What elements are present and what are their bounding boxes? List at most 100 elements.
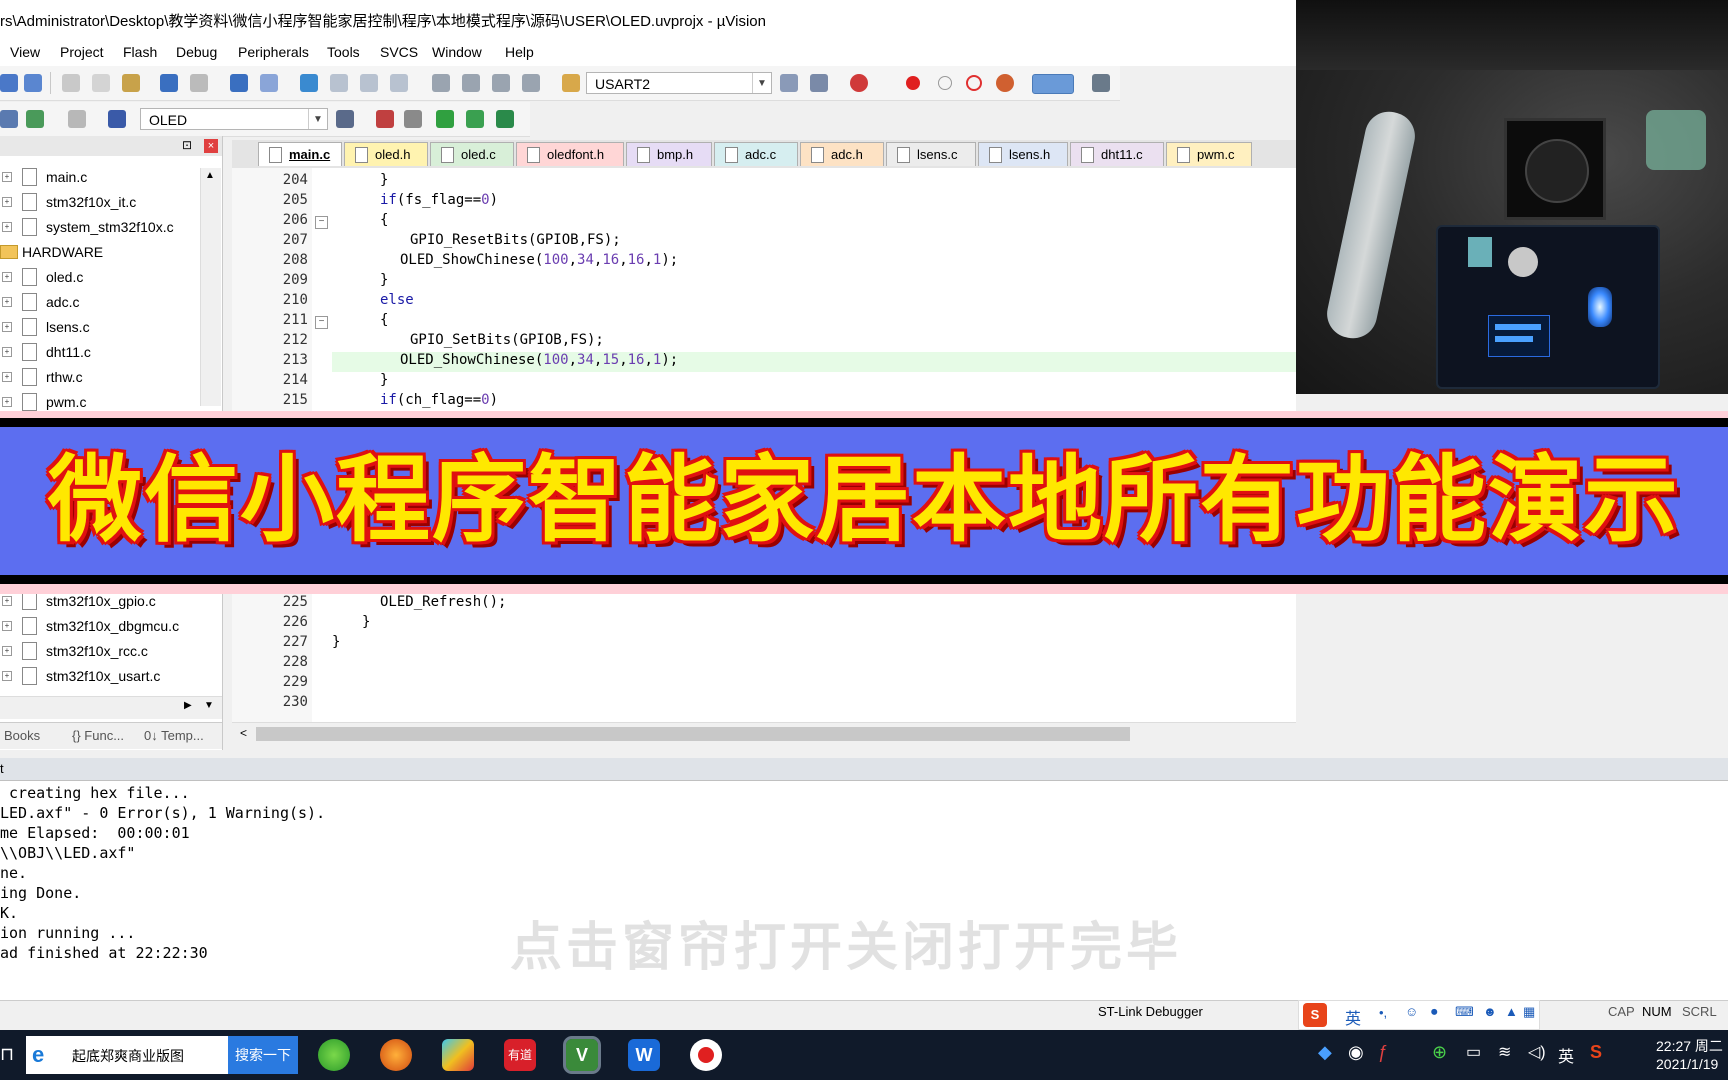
target-options-icon[interactable] (336, 110, 354, 128)
browser-360-icon[interactable] (318, 1039, 350, 1071)
project-scrollbar[interactable]: ▲ (200, 168, 221, 406)
tab-main-c[interactable]: main.c (258, 142, 342, 166)
menu-svcs[interactable]: SVCS (380, 44, 418, 60)
expand-icon[interactable]: + (2, 372, 12, 382)
comment-icon[interactable] (492, 74, 510, 92)
search-box[interactable]: e 起底郑爽商业版图 (26, 1036, 228, 1074)
keyboard-icon[interactable]: ⌨ (1455, 1004, 1474, 1020)
skin-icon[interactable]: ▲ (1505, 1004, 1518, 1019)
fox-browser-icon[interactable] (380, 1039, 412, 1071)
wps-icon[interactable]: W (628, 1039, 660, 1071)
expand-icon[interactable]: + (2, 397, 12, 407)
debug-session-icon[interactable] (850, 74, 868, 92)
pin-icon[interactable]: ⊡ (182, 138, 192, 152)
toolbox-icon[interactable]: ▦ (1523, 1004, 1535, 1020)
translate-icon[interactable] (0, 110, 18, 128)
menu-peripherals[interactable]: Peripherals (238, 44, 309, 60)
scroll-up-icon[interactable]: ▲ (205, 170, 215, 181)
find-in-files-icon[interactable] (562, 74, 580, 92)
indent-icon[interactable] (432, 74, 450, 92)
target-combo[interactable]: OLED ▼ (140, 108, 328, 130)
uncomment-icon[interactable] (522, 74, 540, 92)
expand-icon[interactable]: + (2, 272, 12, 282)
expand-icon[interactable]: + (2, 322, 12, 332)
tab-oled-h[interactable]: oled.h (344, 142, 428, 166)
ime-language[interactable]: 英 (1345, 1005, 1361, 1029)
tab-templates[interactable]: 0↓ Temp... (144, 728, 204, 743)
security-icon[interactable]: ⊕ (1432, 1042, 1447, 1063)
expand-icon[interactable]: + (2, 621, 12, 631)
kill-breakpoints-icon[interactable] (996, 74, 1014, 92)
expand-icon[interactable]: + (2, 646, 12, 656)
dropbox-icon[interactable]: ◆ (1318, 1042, 1332, 1063)
undo-icon[interactable] (160, 74, 178, 92)
volume-icon[interactable]: ◁) (1528, 1042, 1546, 1062)
breakpoint-icon[interactable] (906, 76, 920, 90)
wrench-icon[interactable] (1092, 74, 1110, 92)
microphone-icon[interactable]: ⏺ (1431, 1004, 1438, 1020)
manage-components-icon[interactable] (376, 110, 394, 128)
tab-functions[interactable]: {} Func... (72, 728, 124, 743)
punctuation-icon[interactable]: •, (1379, 1005, 1387, 1020)
menu-window[interactable]: Window (432, 44, 482, 60)
unindent-icon[interactable] (462, 74, 480, 92)
scroll-down-icon[interactable]: ▼ (204, 700, 214, 711)
close-icon[interactable]: × (204, 139, 218, 153)
ime-toolbar[interactable]: S 英 •, ☺ ⏺ ⌨ ☻ ▲ ▦ (1298, 1000, 1540, 1030)
next-bookmark-icon[interactable] (360, 74, 378, 92)
screen-recorder-icon[interactable] (690, 1039, 722, 1071)
expand-icon[interactable]: + (2, 222, 12, 232)
cut-icon[interactable] (62, 74, 80, 92)
redo-icon[interactable] (190, 74, 208, 92)
emoji-icon[interactable]: ☺ (1405, 1004, 1418, 1019)
copy-icon[interactable] (92, 74, 110, 92)
menu-tools[interactable]: Tools (327, 44, 360, 60)
select-packs-icon[interactable] (466, 110, 484, 128)
clock-time[interactable]: 22:27 周二 (1656, 1036, 1723, 1056)
chevron-down-icon[interactable]: ▼ (752, 73, 771, 93)
tab-adc-h[interactable]: adc.h (800, 142, 884, 166)
menu-help[interactable]: Help (505, 44, 534, 60)
paste-icon[interactable] (122, 74, 140, 92)
start-icon[interactable]: ⊓ (0, 1044, 14, 1065)
save-all-icon[interactable] (24, 74, 42, 92)
incremental-find-icon[interactable] (780, 74, 798, 92)
tab-lsens-c[interactable]: lsens.c (886, 142, 976, 166)
scroll-right-icon[interactable]: ▶ (184, 700, 192, 711)
tab-bmp-h[interactable]: bmp.h (626, 142, 712, 166)
fold-toggle-icon[interactable]: − (315, 216, 328, 229)
expand-icon[interactable]: + (2, 172, 12, 182)
record-tray-icon[interactable]: ◉ (1348, 1042, 1364, 1063)
scrollbar-thumb[interactable] (256, 727, 1130, 741)
navigate-forward-icon[interactable] (260, 74, 278, 92)
clock-date[interactable]: 2021/1/19 (1656, 1056, 1718, 1072)
expand-icon[interactable]: + (2, 197, 12, 207)
project-hscroll[interactable]: ▶ ▼ (0, 696, 222, 719)
keil-uvision-icon[interactable]: V (563, 1036, 601, 1074)
tray-language[interactable]: 英 (1558, 1043, 1574, 1067)
save-icon[interactable] (0, 74, 18, 92)
disable-breakpoint-icon[interactable] (938, 76, 952, 90)
disable-all-breakpoints-icon[interactable] (966, 75, 982, 91)
menu-flash[interactable]: Flash (123, 44, 157, 60)
tab-adc-c[interactable]: adc.c (714, 142, 798, 166)
tab-lsens-h[interactable]: lsens.h (978, 142, 1068, 166)
rte-icon[interactable] (496, 110, 514, 128)
expand-icon[interactable]: + (2, 347, 12, 357)
menu-project[interactable]: Project (60, 44, 104, 60)
menu-view[interactable]: View (10, 44, 40, 60)
tab-dht11-c[interactable]: dht11.c (1070, 142, 1164, 166)
expand-icon[interactable]: + (2, 297, 12, 307)
navigate-back-icon[interactable] (230, 74, 248, 92)
window-layout-icon[interactable] (1032, 74, 1074, 94)
tab-books[interactable]: Books (4, 728, 40, 743)
tab-pwm-c[interactable]: pwm.c (1166, 142, 1252, 166)
flash-icon[interactable]: ƒ (1378, 1042, 1388, 1063)
battery-icon[interactable]: ▭ (1466, 1042, 1481, 1062)
pack-installer-icon[interactable] (436, 110, 454, 128)
chevron-down-icon[interactable]: ▼ (308, 109, 327, 129)
bookmark-icon[interactable] (300, 74, 318, 92)
scroll-left-icon[interactable]: < (240, 726, 247, 740)
tab-oled-c[interactable]: oled.c (430, 142, 514, 166)
rebuild-icon[interactable] (68, 110, 86, 128)
